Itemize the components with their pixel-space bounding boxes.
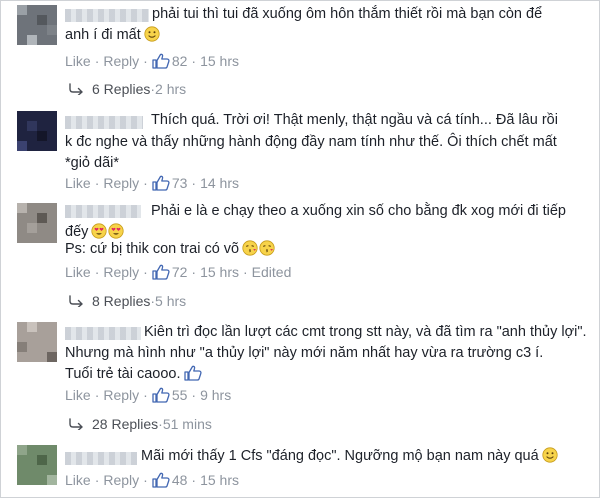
thumbs-up-icon[interactable]: [152, 175, 170, 191]
reply-arrow-icon: [68, 418, 84, 430]
thumbs-up-emoji: [184, 365, 202, 381]
view-replies[interactable]: 6 Replies·2 hrs: [68, 80, 186, 98]
like-link[interactable]: Like: [65, 472, 91, 488]
replies-time: 51 mins: [162, 416, 212, 432]
reply-link[interactable]: Reply: [103, 472, 139, 488]
thumbs-up-icon[interactable]: [152, 387, 170, 403]
comment-actions: Like · Reply · 72 · 15 hrs · Edited: [65, 264, 292, 280]
reply-arrow-icon: [68, 295, 84, 307]
comment-text-line-1: Kiên trì đọc lần lượt các cmt trong stt …: [144, 324, 587, 340]
kiss-emoji: [242, 240, 258, 256]
replies-count[interactable]: 28 Replies: [92, 416, 158, 432]
timestamp[interactable]: 15 hrs: [200, 53, 239, 69]
like-count[interactable]: 73: [172, 175, 188, 191]
comment-text-line-1: phải tui thì tui đã xuống ôm hôn thắm th…: [152, 6, 543, 22]
comment-text-line-2: k đc nghe và thấy những hành động đầy na…: [65, 134, 557, 150]
reply-link[interactable]: Reply: [103, 264, 139, 280]
view-replies[interactable]: 8 Replies·5 hrs: [68, 292, 186, 310]
replies-count[interactable]: 8 Replies: [92, 293, 150, 309]
smile-emoji: [144, 26, 160, 42]
comment-text-line-1: Phải e là e chạy theo a xuống xin số cho…: [151, 203, 566, 219]
timestamp[interactable]: 14 hrs: [200, 175, 239, 191]
like-link[interactable]: Like: [65, 264, 91, 280]
comment-text-line-3: Ps: cứ bị thik con trai có võ: [65, 239, 275, 260]
like-count[interactable]: 48: [172, 472, 188, 488]
avatar[interactable]: [17, 322, 57, 362]
replies-time: 5 hrs: [155, 293, 187, 309]
author-name-blurred[interactable]: [65, 116, 143, 129]
avatar[interactable]: [17, 111, 57, 151]
author-name-blurred[interactable]: [65, 452, 137, 465]
comment-text-line-3: Tuổi trẻ tài caooo.: [65, 364, 202, 385]
comment-text-line-2: anh í đi mất: [65, 25, 160, 46]
like-link[interactable]: Like: [65, 387, 91, 403]
like-link[interactable]: Like: [65, 53, 91, 69]
comment-actions: Like · Reply · 73 · 14 hrs: [65, 175, 239, 191]
avatar[interactable]: [17, 445, 57, 485]
reply-link[interactable]: Reply: [103, 53, 139, 69]
heart-eyes-emoji: [108, 223, 124, 239]
timestamp[interactable]: 15 hrs: [200, 264, 239, 280]
comment-text-line-1: Thích quá. Trời ơi! Thật menly, thật ngầ…: [151, 112, 558, 128]
author-name-blurred[interactable]: [65, 205, 141, 218]
replies-time: 2 hrs: [155, 81, 187, 97]
smile-emoji: [542, 447, 558, 463]
like-count[interactable]: 72: [172, 264, 188, 280]
avatar[interactable]: [17, 5, 57, 45]
edited-label[interactable]: Edited: [252, 264, 292, 280]
reply-link[interactable]: Reply: [103, 175, 139, 191]
kiss-emoji: [259, 240, 275, 256]
view-replies[interactable]: 28 Replies·51 mins: [68, 415, 212, 433]
comment-actions: Like · Reply · 55 · 9 hrs: [65, 387, 232, 403]
comment-text-line-1: Mãi mới thấy 1 Cfs "đáng đọc". Ngưỡng mộ…: [141, 446, 558, 467]
like-count[interactable]: 55: [172, 387, 188, 403]
reply-arrow-icon: [68, 83, 84, 95]
author-name-blurred[interactable]: [65, 327, 141, 340]
timestamp[interactable]: 9 hrs: [200, 387, 231, 403]
comment-text-line-2: Nhưng mà hình như "a thủy lợi" này mới n…: [65, 345, 544, 361]
avatar[interactable]: [17, 203, 57, 243]
reply-link[interactable]: Reply: [103, 387, 139, 403]
comment-text-line-3: *giỏ dãi*: [65, 155, 120, 171]
timestamp[interactable]: 15 hrs: [200, 472, 239, 488]
comment-actions: Like · Reply · 82 · 15 hrs: [65, 53, 239, 69]
replies-count[interactable]: 6 Replies: [92, 81, 150, 97]
thumbs-up-icon[interactable]: [152, 53, 170, 69]
heart-eyes-emoji: [91, 223, 107, 239]
comment-actions: Like · Reply · 48 · 15 hrs: [65, 472, 239, 488]
thumbs-up-icon[interactable]: [152, 472, 170, 488]
like-count[interactable]: 82: [172, 53, 188, 69]
like-link[interactable]: Like: [65, 175, 91, 191]
thumbs-up-icon[interactable]: [152, 264, 170, 280]
author-name-blurred[interactable]: [65, 9, 149, 22]
